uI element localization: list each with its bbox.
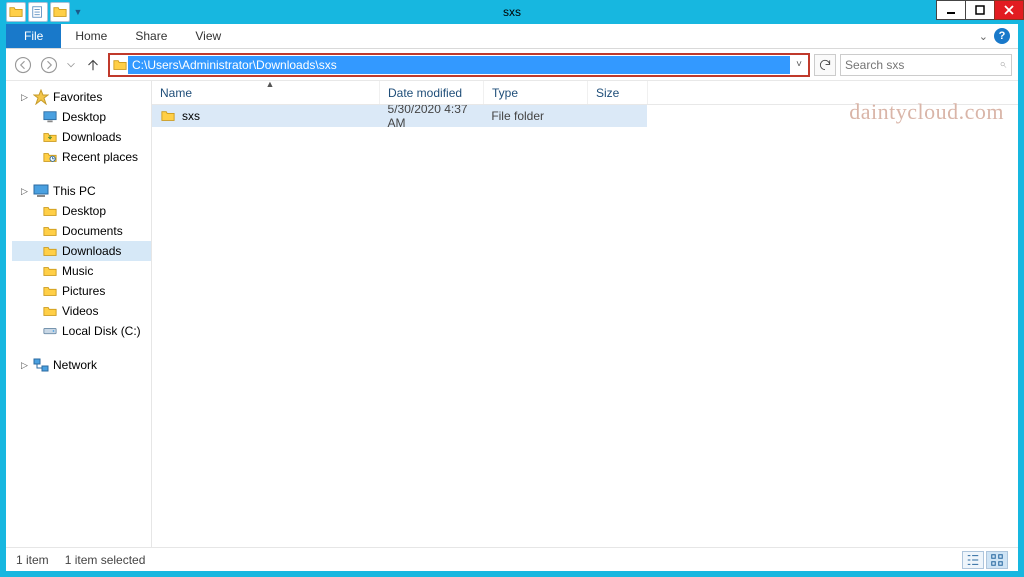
tab-view[interactable]: View — [181, 24, 235, 48]
navigation-pane: ▷ Favorites Desktop Downloads Recent pla… — [6, 81, 152, 547]
view-icons-button[interactable] — [986, 551, 1008, 569]
qat-new-folder-icon[interactable] — [50, 2, 70, 22]
view-details-button[interactable] — [962, 551, 984, 569]
up-button[interactable] — [82, 54, 104, 76]
status-selected: 1 item selected — [65, 553, 146, 567]
sidebar-network[interactable]: ▷ Network — [12, 355, 151, 375]
tab-file[interactable]: File — [6, 24, 61, 48]
sidebar-item-documents[interactable]: Documents — [12, 221, 151, 241]
expand-icon: ▷ — [20, 361, 29, 370]
sidebar-network-label: Network — [53, 358, 97, 372]
sidebar-item-music[interactable]: Music — [12, 261, 151, 281]
folder-icon — [112, 57, 128, 73]
qat-properties-icon[interactable] — [28, 2, 48, 22]
nav-row: ˅ — [6, 49, 1018, 81]
sidebar-item-downloads[interactable]: Downloads — [12, 241, 151, 261]
item-name: sxs — [182, 109, 200, 123]
search-input[interactable] — [845, 58, 1000, 72]
window-title: sxs — [503, 5, 521, 19]
address-input[interactable] — [128, 56, 790, 74]
sidebar-thispc-label: This PC — [53, 184, 96, 198]
downloads-icon — [42, 243, 58, 259]
expand-icon: ▷ — [20, 93, 29, 102]
sidebar-item-downloads-fav[interactable]: Downloads — [12, 127, 151, 147]
sidebar-item-desktop[interactable]: Desktop — [12, 107, 151, 127]
col-date[interactable]: Date modified — [380, 81, 484, 104]
sort-asc-icon: ▲ — [266, 79, 275, 89]
col-size[interactable]: Size — [588, 81, 648, 104]
col-type[interactable]: Type — [484, 81, 588, 104]
status-bar: 1 item 1 item selected — [6, 547, 1018, 571]
expand-icon: ▷ — [20, 187, 29, 196]
music-icon — [42, 263, 58, 279]
item-type: File folder — [483, 109, 587, 123]
ribbon: File Home Share View ⌄ ? — [6, 24, 1018, 49]
recent-locations-button[interactable] — [64, 54, 78, 76]
file-list: ▲ Name Date modified Type Size sxs 5/30/… — [152, 81, 1018, 547]
sidebar-item-desktop-pc[interactable]: Desktop — [12, 201, 151, 221]
list-item[interactable]: sxs 5/30/2020 4:37 AM File folder — [152, 105, 647, 127]
refresh-button[interactable] — [814, 54, 836, 76]
search-box[interactable] — [840, 54, 1012, 76]
explorer-window: ▼ sxs File Home Share View ⌄ ? — [0, 0, 1024, 577]
help-icon[interactable]: ? — [994, 28, 1010, 44]
recent-icon — [42, 149, 58, 165]
sidebar-item-localdisk[interactable]: Local Disk (C:) — [12, 321, 151, 341]
desktop-icon — [42, 109, 58, 125]
sidebar-favorites[interactable]: ▷ Favorites — [12, 87, 151, 107]
documents-icon — [42, 223, 58, 239]
quick-access-toolbar: ▼ — [6, 0, 84, 24]
desktop-icon — [42, 203, 58, 219]
status-count: 1 item — [16, 553, 49, 567]
address-bar[interactable]: ˅ — [108, 53, 810, 77]
close-button[interactable] — [994, 0, 1024, 20]
downloads-icon — [42, 129, 58, 145]
folder-icon — [160, 108, 176, 124]
titlebar: ▼ sxs — [0, 0, 1024, 24]
sidebar-item-videos[interactable]: Videos — [12, 301, 151, 321]
qat-dropdown-icon[interactable]: ▼ — [72, 7, 84, 17]
item-date: 5/30/2020 4:37 AM — [380, 105, 484, 130]
maximize-button[interactable] — [965, 0, 995, 20]
forward-button[interactable] — [38, 54, 60, 76]
address-dropdown-icon[interactable]: ˅ — [790, 59, 808, 70]
back-button[interactable] — [12, 54, 34, 76]
pictures-icon — [42, 283, 58, 299]
star-icon — [33, 89, 49, 105]
sidebar-favorites-label: Favorites — [53, 90, 102, 104]
tab-share[interactable]: Share — [121, 24, 181, 48]
column-headers: Name Date modified Type Size — [152, 81, 1018, 105]
disk-icon — [42, 323, 58, 339]
network-icon — [33, 357, 49, 373]
qat-folder-icon[interactable] — [6, 2, 26, 22]
ribbon-collapse-icon[interactable]: ⌄ — [979, 30, 988, 43]
sidebar-item-pictures[interactable]: Pictures — [12, 281, 151, 301]
sidebar-item-recent[interactable]: Recent places — [12, 147, 151, 167]
videos-icon — [42, 303, 58, 319]
sidebar-thispc[interactable]: ▷ This PC — [12, 181, 151, 201]
computer-icon — [33, 183, 49, 199]
tab-home[interactable]: Home — [61, 24, 121, 48]
minimize-button[interactable] — [936, 0, 966, 20]
search-icon — [1000, 58, 1007, 72]
